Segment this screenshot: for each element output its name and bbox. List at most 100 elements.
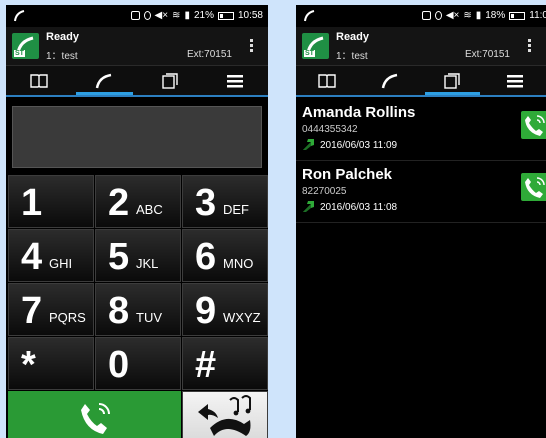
key-0[interactable]: 0 [95, 337, 181, 390]
wifi-icon: ≋ [172, 10, 181, 21]
key-letters: JKL [136, 256, 159, 271]
key-letters: TUV [136, 310, 162, 325]
status-bar: ◀× ≋ ▮ 21% 10:58 [6, 5, 268, 27]
contacts-book-icon [30, 73, 48, 88]
key-2[interactable]: 2 ABC [95, 175, 181, 228]
softphone-app-icon: ST [12, 33, 39, 59]
voicemail-icon [421, 11, 431, 20]
recent-calls-icon [162, 72, 178, 89]
account-bar[interactable]: ST Ready 1：test Ext:70151 [6, 27, 268, 65]
key-digit: 9 [195, 290, 217, 332]
voicemail-icon [130, 11, 140, 20]
key-digit: 6 [195, 236, 217, 278]
key-digit: # [195, 344, 217, 386]
key-5[interactable]: 5 JKL [95, 229, 181, 282]
tab-recents[interactable] [421, 66, 484, 95]
account-line: 1：test [46, 51, 78, 62]
list-item[interactable]: Ron Palchek 82270025 2016/06/03 11:08 [296, 161, 546, 223]
key-letters: ABC [136, 202, 163, 217]
extension-number: Ext:70151 [186, 49, 232, 60]
tab-menu[interactable] [484, 66, 546, 95]
tab-dialpad[interactable] [359, 66, 422, 95]
key-3[interactable]: 3 DEF [182, 175, 268, 228]
recent-calls-list: Amanda Rollins 0444355342 2016/06/03 11:… [296, 99, 546, 223]
tab-contacts[interactable] [296, 66, 359, 95]
number-display[interactable] [12, 106, 262, 168]
contacts-book-icon [318, 73, 336, 88]
registration-status: Ready [46, 31, 80, 43]
key-digit: 7 [21, 290, 43, 332]
key-digit: 1 [21, 182, 43, 224]
key-1[interactable]: 1 [8, 175, 94, 228]
contact-name: Amanda Rollins [302, 104, 416, 121]
mute-icon: ◀× [154, 10, 169, 21]
redial-button[interactable] [182, 391, 268, 438]
phone-handset-icon [525, 177, 545, 198]
menu-icon [506, 74, 523, 87]
signal-icon: ▮ [475, 10, 482, 21]
key-digit: 0 [108, 344, 130, 386]
dialpad-handset-icon [96, 73, 112, 88]
contact-number: 0444355342 [302, 124, 358, 135]
key-digit: 3 [195, 182, 217, 224]
signal-icon: ▮ [184, 10, 190, 21]
tab-dialpad[interactable] [72, 66, 138, 95]
menu-icon [227, 74, 244, 87]
key-digit: 4 [21, 236, 43, 278]
dialpad-screen: ◀× ≋ ▮ 21% 10:58 ST Ready 1：test Ext:701… [6, 5, 268, 438]
battery-percent: 18% [485, 10, 506, 21]
tab-contacts[interactable] [6, 66, 72, 95]
key-7[interactable]: 7 PQRS [8, 283, 94, 336]
key-9[interactable]: 9 WXYZ [182, 283, 268, 336]
outgoing-call-arrow-icon [303, 139, 314, 150]
key-letters: PQRS [49, 310, 86, 325]
extension-number: Ext:70151 [464, 49, 510, 60]
key-letters: DEF [223, 202, 249, 217]
registration-status: Ready [336, 31, 370, 43]
app-notification-icon [14, 10, 25, 22]
app-icon-tag: ST [14, 50, 25, 57]
key-digit: 8 [108, 290, 130, 332]
tab-menu[interactable] [203, 66, 269, 95]
key-6[interactable]: 6 MNO [182, 229, 268, 282]
mute-icon: ◀× [445, 10, 460, 21]
tab-recents[interactable] [137, 66, 203, 95]
key-8[interactable]: 8 TUV [95, 283, 181, 336]
contact-name: Ron Palchek [302, 166, 393, 183]
app-notification-icon [304, 10, 315, 22]
battery-percent: 21% [193, 10, 214, 21]
call-timestamp: 2016/06/03 11:08 [320, 202, 398, 213]
redial-icon [198, 395, 251, 436]
clock: 10:58 [237, 10, 263, 21]
dialpad-handset-icon [381, 73, 398, 88]
key-star[interactable]: * [8, 337, 94, 390]
list-item[interactable]: Amanda Rollins 0444355342 2016/06/03 11:… [296, 99, 546, 161]
phone-handset-icon [525, 115, 545, 136]
wifi-icon: ≋ [463, 10, 472, 21]
call-timestamp: 2016/06/03 11:09 [320, 140, 398, 151]
tab-bar [6, 65, 268, 97]
key-hash[interactable]: # [182, 337, 268, 390]
overflow-menu-icon[interactable] [528, 39, 532, 53]
call-back-button[interactable] [521, 173, 546, 201]
key-letters: WXYZ [223, 310, 261, 325]
clock: 11:0 [529, 10, 546, 21]
key-digit: * [21, 344, 36, 386]
key-digit: 5 [108, 236, 130, 278]
contact-number: 82270025 [302, 186, 347, 197]
account-bar[interactable]: ST Ready 1：test Ext:70151 [296, 27, 546, 65]
recent-calls-icon [444, 72, 460, 89]
recents-screen: ◀× ≋ ▮ 18% 11:0 ST Ready 1：test Ext:7015… [296, 5, 546, 438]
battery-icon [509, 11, 526, 20]
softphone-app-icon: ST [302, 33, 329, 59]
phone-handset-icon [81, 403, 110, 434]
status-bar: ◀× ≋ ▮ 18% 11:0 [296, 5, 546, 27]
account-line: 1：test [336, 51, 368, 62]
key-letters: MNO [223, 256, 254, 271]
key-4[interactable]: 4 GHI [8, 229, 94, 282]
app-icon-tag: ST [304, 50, 315, 57]
call-button[interactable] [8, 391, 181, 438]
overflow-menu-icon[interactable] [250, 39, 254, 53]
call-back-button[interactable] [521, 111, 546, 139]
key-letters: GHI [49, 256, 73, 271]
